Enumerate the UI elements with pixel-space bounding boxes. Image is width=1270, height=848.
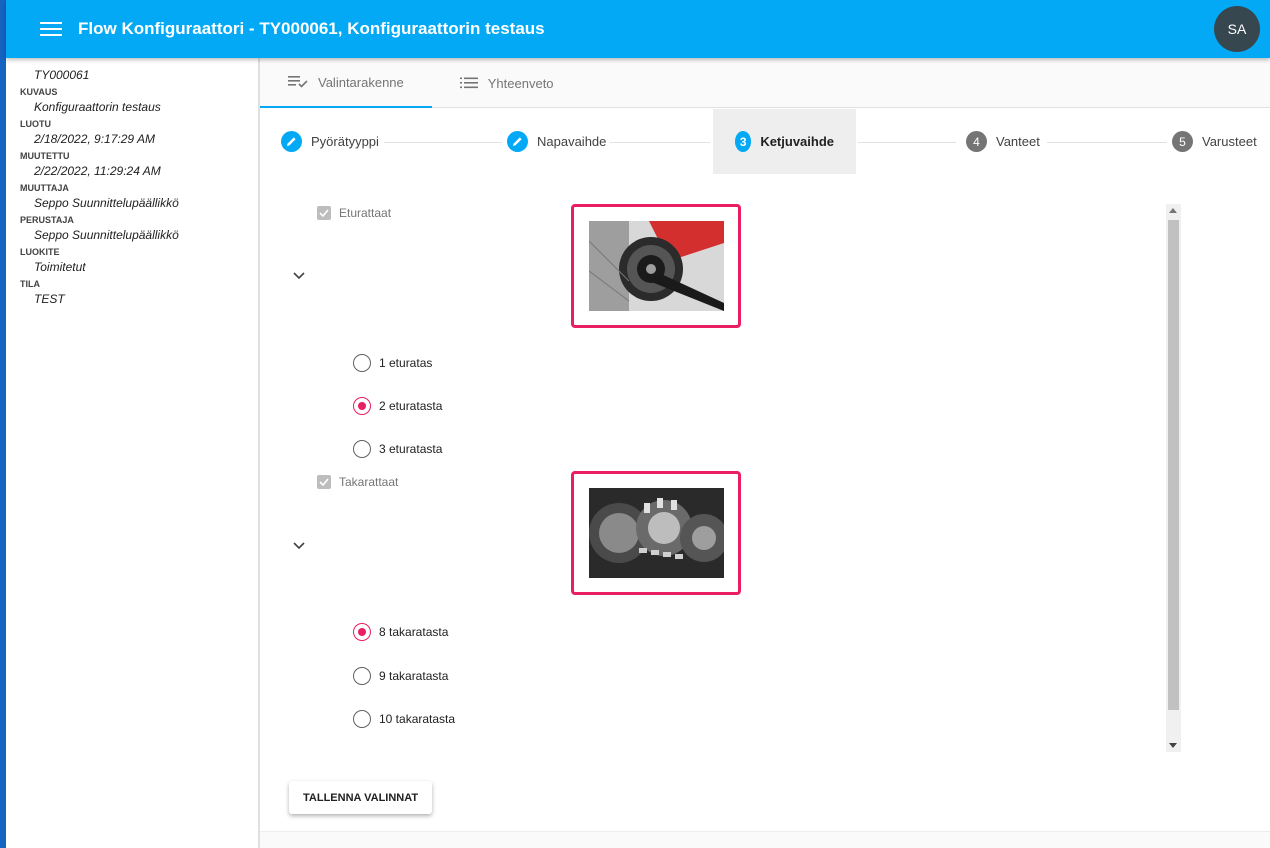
pencil-icon — [507, 131, 528, 152]
group-eturattaat[interactable]: Eturattaat — [317, 206, 391, 220]
step-label: Varusteet — [1202, 134, 1257, 149]
description-label: KUVAUS — [20, 87, 58, 97]
step-connector — [1047, 142, 1167, 143]
step-ketjuvaihde[interactable]: 3 Ketjuvaihde — [713, 109, 856, 174]
step-pyoratyyppi[interactable]: Pyörätyyppi — [281, 109, 379, 174]
info-sidebar: TY000061 KUVAUS Konfiguraattorin testaus… — [6, 58, 260, 848]
tab-yhteenveto[interactable]: Yhteenveto — [432, 58, 582, 108]
radio-2-eturatasta[interactable]: 2 eturatasta — [353, 397, 442, 415]
checkbox-checked-icon[interactable] — [317, 475, 331, 489]
list-icon — [459, 77, 478, 89]
user-avatar[interactable]: SA — [1214, 6, 1260, 52]
group-label: Takarattaat — [339, 475, 399, 489]
category-label: LUOKITE — [20, 247, 60, 257]
radio-button[interactable] — [353, 354, 371, 372]
creator-label: PERUSTAJA — [20, 215, 74, 225]
image-card-cassette[interactable] — [571, 471, 741, 595]
step-label: Pyörätyyppi — [311, 134, 379, 149]
step-vanteet[interactable]: 4 Vanteet — [966, 109, 1040, 174]
description-value: Konfiguraattorin testaus — [34, 100, 161, 114]
save-selections-button[interactable]: TALLENNA VALINNAT — [289, 781, 433, 814]
content-scrollbar[interactable] — [1166, 204, 1181, 752]
scroll-thumb[interactable] — [1168, 220, 1179, 710]
radio-button[interactable] — [353, 397, 371, 415]
option-label: 10 takaratasta — [379, 712, 456, 726]
radio-8-takaratasta[interactable]: 8 takaratasta — [353, 623, 448, 641]
category-value: Toimitetut — [34, 260, 86, 274]
created-label: LUOTU — [20, 119, 51, 129]
group-takarattaat[interactable]: Takarattaat — [317, 475, 398, 489]
radio-10-takaratasta[interactable]: 10 takaratasta — [353, 710, 455, 728]
tab-bar: Valintarakenne Yhteenveto — [260, 58, 1270, 108]
step-napavaihde[interactable]: Napavaihde — [507, 109, 606, 174]
option-label: 1 eturatas — [379, 356, 433, 370]
radio-3-eturatasta[interactable]: 3 eturatasta — [353, 440, 442, 458]
radio-9-takaratasta[interactable]: 9 takaratasta — [353, 667, 448, 685]
tab-valintarakenne[interactable]: Valintarakenne — [260, 58, 432, 108]
option-label: 9 takaratasta — [379, 669, 449, 683]
modified-label: MUUTETTU — [20, 151, 70, 161]
cassette-photo — [588, 488, 724, 578]
modifier-value: Seppo Suunnittelupäällikkö — [34, 196, 179, 210]
option-label: 8 takaratasta — [379, 625, 449, 639]
bottom-band — [260, 831, 1270, 848]
radio-button[interactable] — [353, 440, 371, 458]
checkbox-checked-icon[interactable] — [317, 206, 331, 220]
chainring-photo — [588, 221, 724, 311]
chevron-down-icon[interactable] — [293, 267, 305, 285]
status-label: TILA — [20, 279, 40, 289]
doc-id: TY000061 — [34, 68, 90, 82]
modified-value: 2/22/2022, 11:29:24 AM — [34, 164, 161, 178]
chevron-down-icon[interactable] — [293, 537, 305, 555]
step-label: Napavaihde — [537, 134, 607, 149]
step-label: Ketjuvaihde — [760, 134, 834, 149]
tab-label: Valintarakenne — [318, 74, 404, 90]
radio-button[interactable] — [353, 623, 371, 641]
main-panel: Valintarakenne Yhteenveto Pyörätyyppi Na… — [260, 58, 1270, 848]
radio-button[interactable] — [353, 710, 371, 728]
step-varusteet[interactable]: 5 Varusteet — [1172, 109, 1257, 174]
step-connector — [384, 142, 502, 143]
created-value: 2/18/2022, 9:17:29 AM — [34, 132, 155, 146]
app-title: Flow Konfiguraattori - TY000061, Konfigu… — [78, 19, 545, 38]
step-label: Vanteet — [996, 134, 1040, 149]
radio-button[interactable] — [353, 667, 371, 685]
option-label: 2 eturatasta — [379, 399, 443, 413]
stepper: Pyörätyyppi Napavaihde 3 Ketjuvaihde 4 V… — [260, 109, 1270, 174]
image-card-chainring[interactable] — [571, 204, 741, 328]
step-number: 3 — [735, 131, 752, 152]
pencil-icon — [281, 131, 302, 152]
app-bar: Flow Konfiguraattori - TY000061, Konfigu… — [6, 0, 1270, 58]
option-label: 3 eturatasta — [379, 442, 443, 456]
creator-value: Seppo Suunnittelupäällikkö — [34, 228, 179, 242]
step-number: 4 — [966, 131, 987, 152]
scroll-down-icon[interactable] — [1169, 743, 1177, 748]
playlist-check-icon — [288, 75, 308, 89]
hamburger-menu-icon[interactable] — [40, 20, 62, 38]
radio-1-eturatas[interactable]: 1 eturatas — [353, 354, 432, 372]
group-label: Eturattaat — [339, 206, 392, 220]
status-value: TEST — [34, 292, 65, 306]
step-connector — [610, 142, 710, 143]
modifier-label: MUUTTAJA — [20, 183, 69, 193]
step-connector — [858, 142, 956, 143]
step-number: 5 — [1172, 131, 1193, 152]
tab-label: Yhteenveto — [487, 75, 554, 91]
scroll-up-icon[interactable] — [1169, 208, 1177, 213]
